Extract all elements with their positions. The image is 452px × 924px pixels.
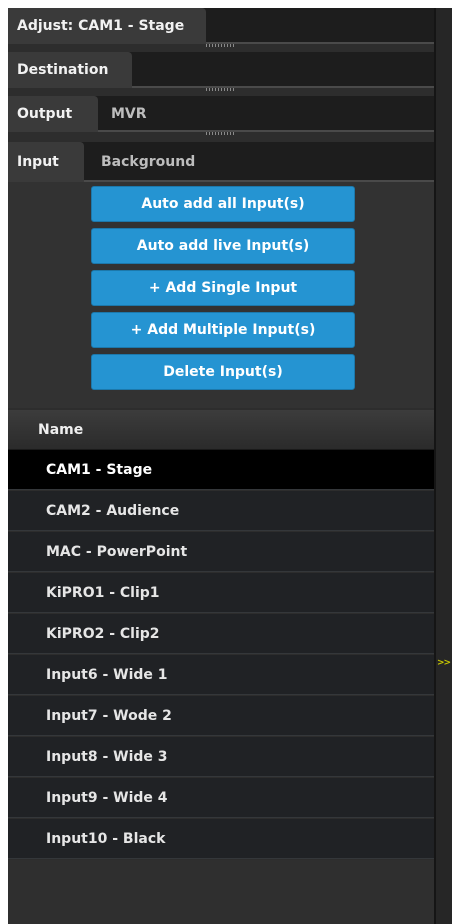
tab-background[interactable]: Background xyxy=(92,142,204,182)
input-name: KiPRO1 - Clip1 xyxy=(46,585,160,601)
input-list-row[interactable]: Input7 - Wode 2 xyxy=(8,696,434,736)
tab-adjust[interactable]: Adjust: CAM1 - Stage xyxy=(8,8,206,44)
tab-destination[interactable]: Destination xyxy=(8,52,132,88)
input-list-row[interactable]: CAM2 - Audience xyxy=(8,491,434,531)
output-tabbar: Output MVR xyxy=(8,96,434,135)
adjust-tabbar: Adjust: CAM1 - Stage xyxy=(8,8,434,47)
auto-add-live-inputs-button[interactable]: Auto add live Input(s) xyxy=(91,228,355,264)
resize-grip[interactable] xyxy=(206,132,236,135)
add-multiple-inputs-button[interactable]: + Add Multiple Input(s) xyxy=(91,312,355,348)
adjust-panel: Adjust: CAM1 - Stage Destination Output … xyxy=(8,8,434,924)
input-list-row[interactable]: Input9 - Wide 4 xyxy=(8,778,434,818)
resize-grip[interactable] xyxy=(206,88,236,91)
input-name: KiPRO2 - Clip2 xyxy=(46,626,160,642)
collapsed-side-panel: >> xyxy=(434,8,452,924)
add-single-input-button[interactable]: + Add Single Input xyxy=(91,270,355,306)
input-tabbar: Input Background xyxy=(8,142,434,182)
input-name: Input9 - Wide 4 xyxy=(46,790,168,806)
input-name: MAC - PowerPoint xyxy=(46,544,188,560)
tab-output[interactable]: Output xyxy=(8,96,98,132)
destination-tabbar: Destination xyxy=(8,52,434,91)
delete-inputs-button[interactable]: Delete Input(s) xyxy=(91,354,355,390)
input-list-row[interactable]: Input8 - Wide 3 xyxy=(8,737,434,777)
input-list-row[interactable]: KiPRO1 - Clip1 xyxy=(8,573,434,613)
input-list-header[interactable]: Name xyxy=(8,410,434,450)
tab-mvr[interactable]: MVR xyxy=(102,96,156,132)
input-list-row[interactable]: Input10 - Black xyxy=(8,819,434,859)
expand-panel-icon[interactable]: >> xyxy=(437,658,451,668)
input-name: Input7 - Wode 2 xyxy=(46,708,172,724)
input-name: Input6 - Wide 1 xyxy=(46,667,168,683)
tab-input[interactable]: Input xyxy=(8,142,84,182)
input-name: CAM1 - Stage xyxy=(46,462,153,478)
adjust-panel-window: Adjust: CAM1 - Stage Destination Output … xyxy=(8,8,452,924)
auto-add-all-inputs-button[interactable]: Auto add all Input(s) xyxy=(91,186,355,222)
input-name: CAM2 - Audience xyxy=(46,503,180,519)
input-name: Input10 - Black xyxy=(46,831,166,847)
resize-grip[interactable] xyxy=(206,44,236,47)
input-list-row[interactable]: MAC - PowerPoint xyxy=(8,532,434,572)
name-column-header: Name xyxy=(38,422,84,438)
input-list-row[interactable]: Input6 - Wide 1 xyxy=(8,655,434,695)
input-actions: Auto add all Input(s) Auto add live Inpu… xyxy=(8,182,434,408)
input-name: Input8 - Wide 3 xyxy=(46,749,168,765)
input-list-row[interactable]: CAM1 - Stage xyxy=(8,450,434,490)
input-list-row[interactable]: KiPRO2 - Clip2 xyxy=(8,614,434,654)
list-empty-area xyxy=(8,860,434,924)
